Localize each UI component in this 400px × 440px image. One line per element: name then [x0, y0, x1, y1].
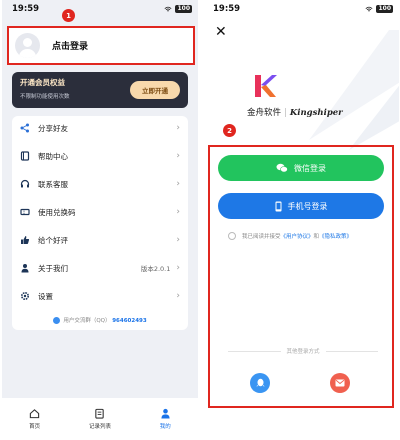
menu-item-support[interactable]: 联系客服 › [12, 172, 188, 196]
close-icon[interactable]: ✕ [215, 24, 227, 40]
wechat-icon [276, 163, 288, 173]
battery-indicator: 100 [175, 5, 192, 13]
ticket-icon [20, 207, 30, 217]
email-login-button[interactable] [330, 373, 350, 393]
status-icons: 100 [164, 5, 192, 13]
book-icon [20, 151, 30, 161]
qq-icon [53, 317, 61, 324]
chevron-right-icon: › [176, 291, 180, 301]
gear-icon [20, 291, 30, 301]
menu-item-about[interactable]: 关于我们 版本2.0.1 › [12, 256, 188, 280]
wifi-icon [164, 6, 172, 11]
home-icon [29, 409, 40, 419]
tab-mine[interactable]: 我的 [140, 408, 190, 430]
menu-item-rate[interactable]: 给个好评 › [12, 228, 188, 252]
annotation-badge-1: 1 [62, 9, 75, 22]
chevron-right-icon: › [176, 207, 180, 217]
headset-icon [20, 179, 30, 189]
menu-item-label: 给个好评 [38, 235, 68, 245]
menu-item-label: 关于我们 [38, 263, 68, 273]
menu-item-label: 使用兑换码 [38, 207, 76, 217]
status-icons: 100 [365, 5, 393, 13]
other-login-divider: 其他登录方式 [228, 347, 379, 355]
chevron-right-icon: › [176, 263, 180, 273]
battery-indicator: 100 [376, 5, 393, 13]
tab-label: 首页 [29, 424, 41, 430]
phone-icon [275, 201, 281, 211]
menu-item-help[interactable]: 帮助中心 › [12, 144, 188, 168]
mail-icon [335, 379, 345, 387]
vip-banner: 开通会员权益 不限制功能使用次数 立即开通 [12, 72, 188, 108]
phone-login-label: 手机号登录 [287, 201, 328, 211]
open-vip-button[interactable]: 立即开通 [130, 81, 180, 99]
list-icon [95, 408, 105, 419]
privacy-policy-link[interactable]: 《隐私政策》 [319, 232, 352, 240]
status-time: 19:59 [12, 4, 40, 14]
agreement-prefix: 我已阅读并接受 [242, 234, 281, 240]
menu-card: 分享好友 › 帮助中心 › 联系客服 › 使用兑换码 › 给个好评 › 关于我们… [12, 116, 188, 330]
tab-label: 记录列表 [88, 424, 111, 430]
agreement-checkbox[interactable] [228, 232, 236, 240]
avatar [15, 33, 40, 58]
brand-en: Kingshiper [289, 108, 343, 118]
menu-item-redeem[interactable]: 使用兑换码 › [12, 200, 188, 224]
menu-item-share[interactable]: 分享好友 › [12, 116, 188, 140]
other-login-label: 其他登录方式 [286, 349, 320, 355]
tab-label: 我的 [159, 424, 171, 430]
menu-item-label: 分享好友 [38, 123, 68, 133]
person-icon [161, 408, 170, 419]
login-screen: 19:59 100 ✕ 金舟软件 | Kingshiper 2 微信登录 手机号登录… [203, 0, 399, 440]
qq-login-button[interactable] [250, 373, 270, 393]
menu-item-label: 帮助中心 [38, 151, 68, 161]
login-options-box: 微信登录 手机号登录 我已阅读并接受 《用户协议》和《隐私政策》 其他登录方式 [208, 145, 394, 408]
login-link[interactable]: 点击登录 [52, 39, 88, 52]
menu-item-label: 设置 [38, 291, 53, 301]
person-icon [20, 263, 30, 273]
wechat-login-button[interactable]: 微信登录 [218, 155, 384, 181]
background-decoration [309, 30, 399, 150]
bottom-tab-bar: 首页 记录列表 我的 [2, 398, 198, 440]
wechat-login-label: 微信登录 [294, 163, 326, 173]
wifi-icon [365, 6, 373, 11]
thumbs-up-icon [20, 235, 30, 245]
qq-group-number[interactable]: 964602493 [112, 318, 146, 324]
version-text: 版本2.0.1 [140, 265, 171, 273]
status-bar: 19:59 100 [2, 0, 198, 18]
tab-home[interactable]: 首页 [10, 408, 60, 430]
qq-icon [256, 378, 264, 387]
chevron-right-icon: › [176, 123, 180, 133]
brand-name: 金舟软件 | Kingshiper [247, 108, 343, 118]
status-bar: 19:59 100 [203, 0, 399, 18]
share-icon [20, 123, 30, 133]
menu-item-label: 联系客服 [38, 179, 68, 189]
chevron-right-icon: › [176, 151, 180, 161]
qq-group-info: 用户交流群（QQ） 964602493 [12, 316, 188, 324]
chevron-right-icon: › [176, 235, 180, 245]
agreement-row: 我已阅读并接受 《用户协议》和《隐私政策》 [228, 232, 352, 240]
brand-cn: 金舟软件 [247, 108, 282, 118]
profile-screen: 19:59 100 1 点击登录 开通会员权益 不限制功能使用次数 立即开通 分… [2, 0, 198, 440]
chevron-right-icon: › [176, 179, 180, 189]
tab-records[interactable]: 记录列表 [75, 408, 125, 430]
phone-login-button[interactable]: 手机号登录 [218, 193, 384, 219]
status-time: 19:59 [213, 4, 241, 14]
login-row[interactable]: 点击登录 [7, 26, 195, 65]
kingshiper-logo [255, 75, 277, 97]
annotation-badge-2: 2 [223, 124, 236, 137]
user-agreement-link[interactable]: 《用户协议》 [281, 232, 314, 240]
menu-item-settings[interactable]: 设置 › [12, 284, 188, 308]
qq-group-label: 用户交流群（QQ） [63, 318, 111, 324]
